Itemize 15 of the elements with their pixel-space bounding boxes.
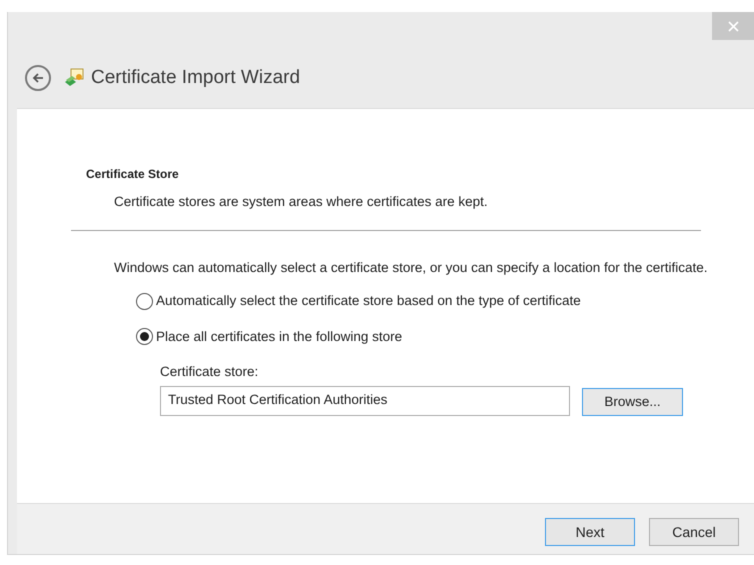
section-heading: Certificate Store: [85, 166, 180, 183]
footer-button[interactable]: Cancel: [649, 518, 739, 546]
back-arrow-icon: [32, 72, 44, 84]
radio-option[interactable]: Automatically select the certificate store based on the type of certificate: [136, 291, 754, 312]
back-button[interactable]: [25, 65, 51, 92]
section-description: Certificate stores are system areas where certificates are kept.: [113, 193, 489, 211]
window-title: Certificate Import Wizard: [91, 66, 300, 90]
close-icon: [728, 20, 738, 32]
field-label: Certificate store:: [159, 362, 260, 381]
radio-option[interactable]: Place all certificates in the following store: [136, 326, 754, 347]
intro-text: Windows can automatically select a certificate store, or you can specify a location for the certificate.: [113, 259, 709, 278]
footer-button[interactable]: Next: [545, 518, 635, 546]
browse-button[interactable]: Browse...: [582, 388, 683, 416]
certificate-icon: [63, 68, 85, 88]
certificate-store-field[interactable]: Trusted Root Certification Authorities: [160, 386, 570, 416]
